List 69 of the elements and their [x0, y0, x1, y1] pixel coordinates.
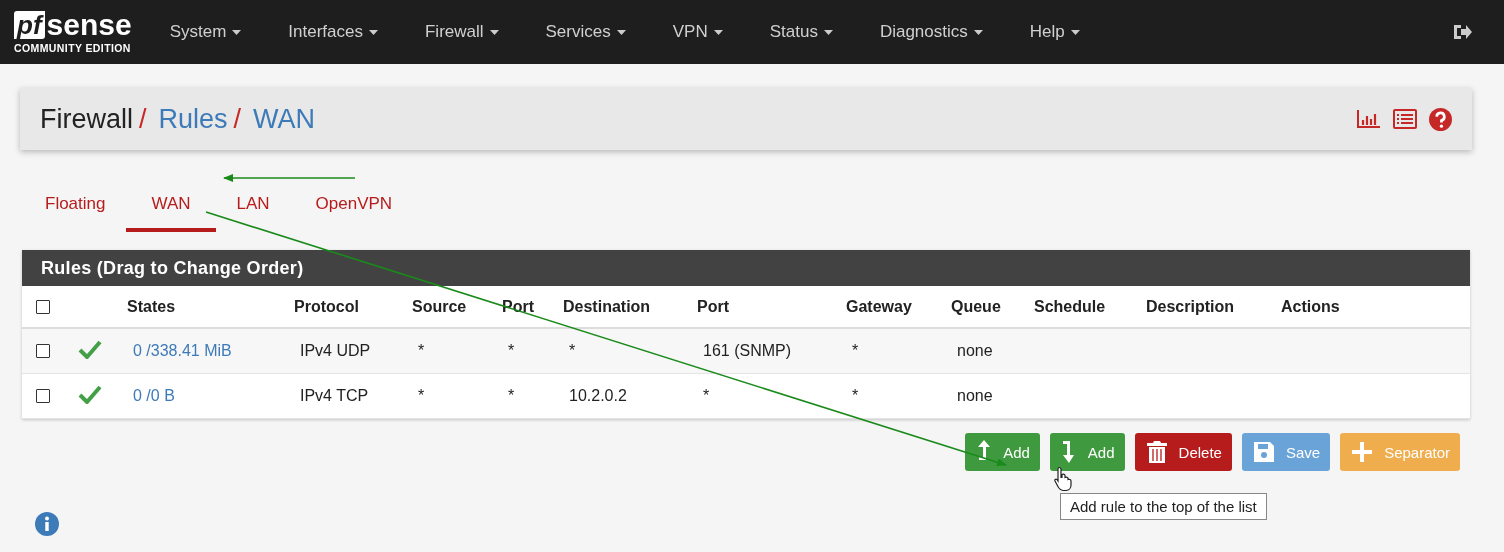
table-cell: none	[957, 387, 993, 404]
nav-menu[interactable]: Help	[1029, 22, 1080, 42]
column-header: Port	[502, 297, 534, 315]
panel-header: Rules (Drag to Change Order)	[22, 250, 1470, 286]
nav-menu[interactable]: VPN	[672, 22, 723, 42]
logo-wordmark: sense	[46, 10, 132, 39]
table-cell: *	[852, 387, 859, 404]
table-cell: *	[508, 342, 515, 359]
bar-chart-icon[interactable]	[1357, 110, 1381, 128]
trash-icon	[1146, 441, 1167, 463]
list-icon[interactable]	[1393, 109, 1417, 129]
table-cell: IPv4 UDP	[300, 342, 371, 359]
nav-menu[interactable]: System	[169, 22, 242, 42]
nav-menu[interactable]: Firewall	[424, 22, 499, 42]
column-header: Protocol	[294, 297, 359, 315]
nav-menu[interactable]: Interfaces	[288, 22, 378, 42]
hand-cursor-icon	[1054, 466, 1074, 492]
table-cell: IPv4 TCP	[300, 387, 369, 404]
table-cell: *	[508, 387, 515, 404]
caret-icon	[823, 29, 833, 35]
row-checkbox[interactable]	[36, 389, 50, 403]
help-icon[interactable]	[1429, 107, 1452, 131]
column-header: Destination	[563, 297, 651, 315]
breadcrumb-text: Firewall	[40, 103, 133, 135]
arrow-down-icon	[1061, 440, 1076, 464]
column-header: Gateway	[846, 297, 912, 315]
breadcrumb-separator: /	[233, 103, 242, 135]
column-header: Actions	[1281, 297, 1340, 315]
table-cell: *	[852, 342, 859, 359]
caret-icon	[973, 29, 983, 35]
nav-menu[interactable]: Services	[545, 22, 626, 42]
table-cell: *	[569, 342, 576, 359]
add-bottom-button[interactable]: Add	[1049, 433, 1125, 471]
table-cell: 10.2.0.2	[569, 387, 627, 404]
nav-menu[interactable]: Diagnostics	[879, 22, 983, 42]
column-header: Queue	[951, 297, 1001, 315]
column-header: States	[127, 297, 176, 315]
caret-icon	[232, 29, 242, 35]
tooltip: Add rule to the top of the list	[1060, 493, 1267, 520]
table-cell: *	[418, 387, 425, 404]
plus-icon	[1352, 442, 1373, 462]
breadcrumb-separator: /	[139, 103, 147, 135]
caret-icon	[616, 29, 626, 35]
logout-icon[interactable]	[1452, 23, 1472, 41]
row-checkbox[interactable]	[36, 344, 50, 358]
table-cell: *	[703, 387, 710, 404]
nav-menu[interactable]: Status	[769, 22, 833, 42]
table-cell: 161 (SNMP)	[703, 342, 792, 359]
logo-edition: COMMUNITY EDITION	[14, 41, 132, 54]
floppy-icon	[1253, 442, 1274, 462]
column-header: Description	[1146, 297, 1234, 315]
states-link[interactable]: 0 /0 B	[133, 387, 175, 404]
column-header: Schedule	[1034, 297, 1106, 315]
caret-icon	[368, 29, 378, 35]
caret-icon	[1070, 29, 1080, 35]
tab[interactable]: WAN	[126, 176, 216, 232]
breadcrumb-link[interactable]: Rules	[158, 103, 228, 135]
column-header: Source	[412, 297, 467, 315]
logo-mark: pf	[14, 10, 45, 39]
column-header: Port	[697, 297, 729, 315]
caret-icon	[713, 29, 723, 35]
breadcrumb-link[interactable]: WAN	[253, 103, 316, 135]
table-cell: none	[957, 342, 993, 359]
delete-button[interactable]: Delete	[1134, 433, 1232, 471]
add-top-button[interactable]: Add	[965, 433, 1040, 471]
caret-icon	[489, 29, 499, 35]
info-icon[interactable]	[35, 512, 59, 536]
select-all-checkbox[interactable]	[36, 299, 50, 314]
table-cell: *	[418, 342, 425, 359]
